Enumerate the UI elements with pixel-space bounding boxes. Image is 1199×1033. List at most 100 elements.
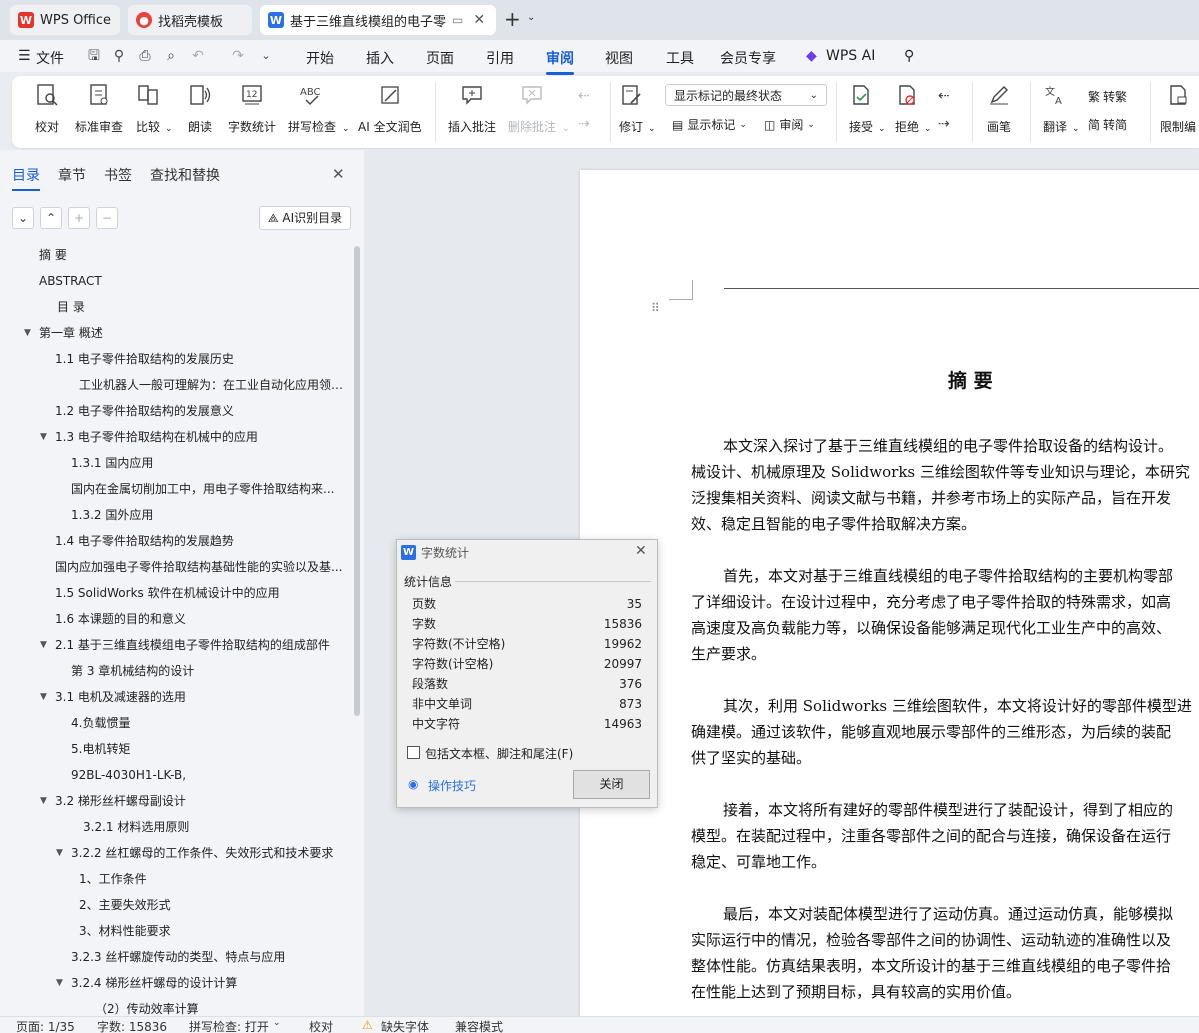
tab-wps-office[interactable]: W WPS Office [10,5,120,35]
toc-item[interactable]: 3.2.3 丝杆螺旋传动的类型、特点与应用 [71,948,285,966]
close-icon[interactable]: ✕ [635,543,647,559]
prev-comment-icon[interactable]: ⇠ [578,88,590,104]
drag-handle-icon[interactable]: ⠿ [651,302,660,314]
markup-select[interactable]: 显示标记的最终状态 ⌄ [665,84,827,106]
next-change-icon[interactable]: ⇢ [938,116,950,132]
print-preview-icon[interactable]: ⌕ [163,48,179,64]
prev-change-icon[interactable]: ⇠ [938,88,950,104]
toc-item[interactable]: 3.2.4 梯形丝杆螺母的设计计算 [71,974,237,992]
toc-item[interactable]: 1、工作条件 [79,870,147,888]
toc-item[interactable]: 2.1 基于三维直线模组电子零件拾取结构的组成部件 [55,636,330,654]
hamburger-icon[interactable]: ☰ [18,48,31,64]
toc-item[interactable]: 1.3.2 国外应用 [71,506,153,524]
toc-item[interactable]: 目 录 [57,298,85,316]
toc-item[interactable]: 92BL-4030H1-LK-B, [71,766,186,784]
toc-item[interactable]: 第一章 概述 [39,324,103,342]
toc-item[interactable]: 工业机器人一般可理解为：在工业自动化应用领域... [79,376,347,394]
remove-heading-button[interactable]: − [96,207,118,229]
accept-button[interactable]: 接受 ⌄ [848,82,886,135]
toc-item[interactable]: 第 3 章机械结构的设计 [71,662,194,680]
collapse-arrow-icon[interactable]: ▼ [56,844,63,862]
nav-tab-toc[interactable]: 目录 [12,165,40,191]
insert-comment-button[interactable]: 插入批注 [448,82,496,135]
chevron-down-icon[interactable]: ⌄ [273,1018,281,1028]
menu-reference[interactable]: 引用 [486,48,514,68]
status-missing-font[interactable]: 缺失字体 [381,1018,429,1033]
include-textbox-checkbox[interactable] [407,746,420,759]
status-page[interactable]: 页面: 1/35 [16,1018,75,1033]
share-icon[interactable]: ⚲ [111,48,127,64]
collapse-arrow-icon[interactable]: ▼ [40,636,47,654]
toc-item[interactable]: 1.2 电子零件拾取结构的发展意义 [55,402,234,420]
status-spell[interactable]: 拼写检查: 打开 [189,1018,269,1033]
toc-item[interactable]: 1.4 电子零件拾取结构的发展趋势 [55,532,234,550]
ai-proofread-button[interactable]: AI 全文润色 [358,82,422,135]
close-icon[interactable]: ✕ [473,12,485,28]
undo-icon[interactable]: ↶ [190,48,206,64]
reject-button[interactable]: 拒绝 ⌄ [894,82,932,135]
restrict-edit-button[interactable]: 限制编 [1160,82,1196,135]
show-markup-button[interactable]: ▤ 显示标记 ⌄ [672,116,747,133]
collapse-arrow-icon[interactable]: ▼ [56,974,63,992]
next-comment-icon[interactable]: ⇢ [578,116,590,132]
toc-item[interactable]: 3、材料性能要求 [79,922,171,940]
collapse-arrow-icon[interactable]: ▼ [40,428,47,446]
status-words[interactable]: 字数: 15836 [97,1018,167,1033]
menu-start[interactable]: 开始 [306,48,334,68]
menu-member[interactable]: 会员专享 [720,48,776,68]
new-tab-icon[interactable]: + [504,9,521,29]
pen-button[interactable]: 画笔 [986,82,1012,135]
chevron-down-icon[interactable]: ⌄ [527,12,535,23]
search-icon[interactable]: ⚲ [904,48,914,64]
toc-item[interactable]: 摘 要 [39,246,67,264]
collapse-arrow-icon[interactable]: ▼ [40,688,47,706]
tab-docer[interactable]: ● 找稻壳模板 [128,5,252,35]
menu-view[interactable]: 视图 [605,48,633,68]
save-icon[interactable]: 🖫 [86,48,102,64]
toc-item[interactable]: 3.1 电机及减速器的选用 [55,688,186,706]
delete-comment-button[interactable]: 删除批注 ⌄ [508,82,570,135]
collapse-arrow-icon[interactable]: ▼ [40,792,47,810]
add-heading-button[interactable]: + [68,207,90,229]
review-pane-button[interactable]: ◫ 审阅 ⌄ [764,116,815,133]
nav-tab-find-replace[interactable]: 查找和替换 [150,165,220,185]
menu-review[interactable]: 审阅 [546,48,574,75]
redo-icon[interactable]: ↷ [230,48,246,64]
toc-item[interactable]: 3.2.2 丝杠螺母的工作条件、失效形式和技术要求 [71,844,333,862]
nav-scrollbar[interactable] [354,246,360,716]
compare-button[interactable]: 比较 ⌄ [135,82,173,135]
standard-review-button[interactable]: 标准审查 [75,82,123,135]
revise-button[interactable]: 修订 ⌄ [618,82,656,135]
nav-tab-sections[interactable]: 章节 [58,165,86,185]
word-count-button[interactable]: 12 字数统计 [228,82,276,135]
collapse-up-button[interactable]: ⌃ [40,207,62,229]
toc-item[interactable]: 1.5 SolidWorks 软件在机械设计中的应用 [55,584,280,602]
toc-item[interactable]: 1.3 电子零件拾取结构在机械中的应用 [55,428,258,446]
toc-item[interactable]: ABSTRACT [39,272,102,290]
toc-item[interactable]: 3.2 梯形丝杆螺母副设计 [55,792,186,810]
nav-tab-bookmarks[interactable]: 书签 [104,165,132,185]
close-button[interactable]: 关闭 [573,770,650,799]
proofread-button[interactable]: 校对 [34,82,60,135]
tab-document[interactable]: W 基于三维直线模组的电子零件 ▭ ✕ [260,5,496,35]
menu-insert[interactable]: 插入 [366,48,394,68]
spell-check-button[interactable]: ABC 拼写检查 ⌄ [288,82,350,135]
to-traditional-button[interactable]: 繁转繁 [1088,88,1127,105]
toc-item[interactable]: 3.2.1 材料选用原则 [83,818,189,836]
file-menu[interactable]: 文件 [36,48,64,68]
toc-item[interactable]: 1.1 电子零件拾取结构的发展历史 [55,350,234,368]
status-proof[interactable]: 校对 [309,1018,333,1033]
toc-item[interactable]: 5.电机转矩 [71,740,130,758]
print-icon[interactable]: ⎙ [137,48,153,64]
toc-item[interactable]: 1.3.1 国内应用 [71,454,153,472]
tips-link[interactable]: 操作技巧 [428,777,476,794]
expand-all-button[interactable]: ⌄ [12,207,34,229]
menu-page[interactable]: 页面 [426,48,454,68]
ai-toc-button[interactable]: ⟁ AI识别目录 [259,206,351,230]
to-simplified-button[interactable]: 简转简 [1088,116,1127,133]
toc-item[interactable]: （2）传动效率计算 [95,1000,199,1016]
menu-wps-ai[interactable]: WPS AI [826,48,875,64]
menu-tools[interactable]: 工具 [666,48,694,68]
toc-item[interactable]: 2、主要失效形式 [79,896,171,914]
translate-button[interactable]: 文A 翻译 ⌄ [1042,82,1080,135]
